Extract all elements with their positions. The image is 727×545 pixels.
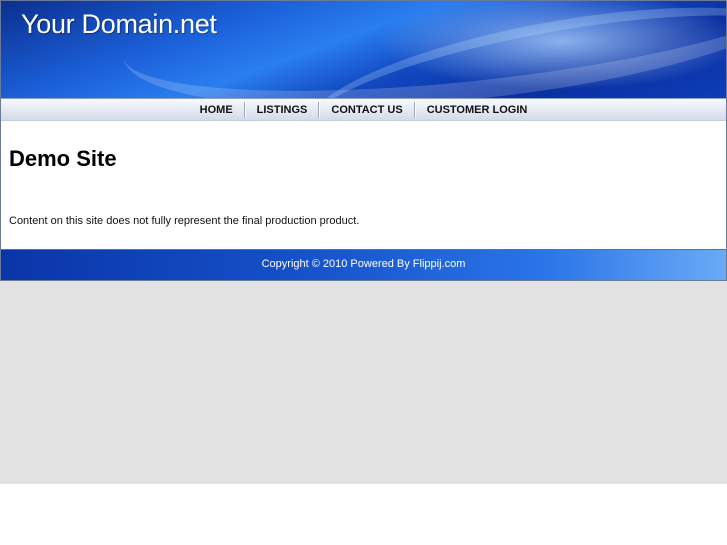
site-title[interactable]: Your Domain.net	[21, 9, 217, 40]
main-content: Demo Site Content on this site does not …	[1, 121, 726, 249]
nav-item-listings[interactable]: LISTINGS	[246, 102, 319, 118]
nav-item-customer-login[interactable]: CUSTOMER LOGIN	[416, 102, 539, 118]
nav-item-contact-us[interactable]: CONTACT US	[320, 102, 413, 118]
page-heading: Demo Site	[9, 146, 117, 171]
site-frame: Your Domain.net HOME LISTINGS CONTACT US…	[0, 0, 727, 281]
page: Your Domain.net HOME LISTINGS CONTACT US…	[0, 0, 727, 545]
site-footer: Copyright © 2010 Powered By Flippij.com	[1, 249, 726, 280]
nav-item-home[interactable]: HOME	[189, 102, 244, 118]
main-nav: HOME LISTINGS CONTACT US CUSTOMER LOGIN	[1, 98, 726, 121]
site-header: Your Domain.net	[1, 1, 726, 98]
page-body-text: Content on this site does not fully repr…	[9, 215, 360, 227]
copyright-text: Copyright © 2010 Powered By Flippij.com	[261, 258, 466, 270]
